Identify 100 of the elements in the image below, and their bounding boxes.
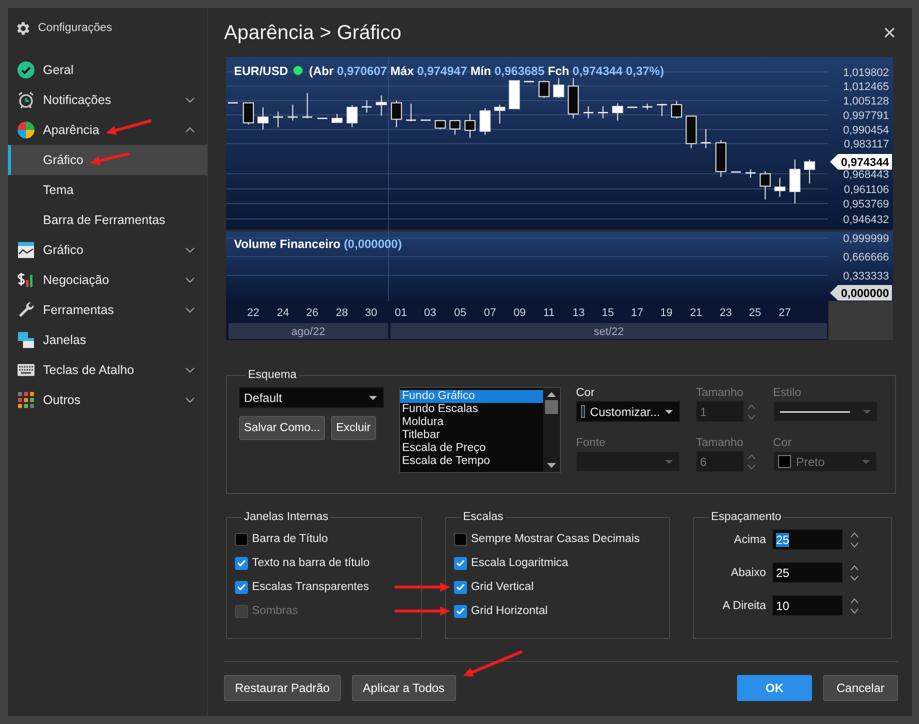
date-tick: 09 [514,307,526,319]
field-label: Fonte [576,437,606,449]
chevron-up-icon[interactable] [185,127,195,133]
field-value: 10 [776,598,790,612]
date-tick: 17 [631,307,644,319]
candlestick [302,92,312,119]
checkbox[interactable] [454,556,467,570]
dialog-button[interactable]: Restaurar Padrão [224,675,341,701]
sidebar-item[interactable]: Ferramentas [8,295,207,325]
scroll-down-icon[interactable] [547,463,556,468]
candlestick [804,159,816,184]
chevron-down-icon[interactable] [185,397,195,403]
checkbox[interactable] [235,532,248,546]
sidebar-item[interactable]: Gráfico [8,235,207,265]
date-tick: 26 [306,307,318,319]
candlestick [406,103,416,122]
chevron-down-icon[interactable] [185,97,195,103]
number-field[interactable]: 25 [772,562,843,583]
candlestick [449,120,460,136]
save-as-button[interactable]: Salvar Como... [239,416,326,440]
sidebar-subitem[interactable]: Gráfico [8,145,207,175]
checkbox[interactable] [235,580,248,594]
delete-button[interactable]: Excluir [331,416,376,440]
candlestick [553,78,564,98]
candlestick [258,106,268,130]
date-tick: 07 [484,307,496,319]
candlestick [774,177,786,198]
volume-tick: 0,333333 [843,270,889,282]
price-tick: 1,005128 [843,96,889,108]
wrench-icon [17,301,35,319]
price-tick: 0,961106 [844,184,889,196]
price-tick: 0,953769 [843,198,889,210]
candlestick [524,80,534,82]
chevron-down-icon[interactable] [185,307,195,313]
price-tick: 0,968443 [843,168,889,181]
scroll-thumb[interactable] [545,400,558,414]
chevron-down-icon[interactable] [185,367,195,373]
pie-icon [17,121,35,139]
list-item[interactable]: Fundo Escalas [400,403,543,416]
field-value: 25 [776,532,790,546]
date-tick: 05 [454,307,466,319]
checkbox-label: Sempre Mostrar Casas Decimais [471,533,640,545]
date-tick: 23 [720,307,732,319]
checkbox-label: Grid Vertical [471,581,534,593]
list-item[interactable]: Escala de Tempo [400,455,543,468]
line-style-icon [778,410,852,414]
price-tick: 1,012465 [843,81,889,94]
checkbox-label: Texto na barra de título [252,557,370,569]
date-tick: 30 [365,307,378,319]
sidebar-item[interactable]: Negociação [8,265,207,295]
date-tick: 03 [424,307,436,319]
candlestick [700,128,711,149]
list-item[interactable]: Titlebar [400,429,543,442]
candlestick [434,120,446,130]
candlestick [627,106,638,108]
last-price-label: 0,974344 [830,154,892,170]
candlestick [715,140,726,178]
candlestick [346,104,358,128]
candlestick [242,102,254,126]
sidebar-item[interactable]: Teclas de Atalho [8,355,207,385]
scrollbar[interactable] [543,388,560,472]
scheme-dropdown[interactable]: Default [239,387,384,408]
date-tick: 27 [778,307,791,319]
number-field[interactable]: 25 [772,529,843,550]
color-dropdown[interactable]: Customizar... [576,401,680,422]
date-tick: 21 [690,307,702,319]
volume-tick: 0,666666 [843,252,889,264]
candlestick [494,104,506,124]
close-button[interactable]: × [877,20,902,46]
chevron-down-icon[interactable] [185,247,195,253]
candlestick [656,103,667,117]
checkbox-label: Escala Logaritmica [471,557,568,569]
field-label: Tamanho [696,437,744,449]
candlestick [671,100,682,119]
checkbox[interactable] [454,532,467,546]
sidebar-subitem[interactable]: Tema [8,175,207,205]
date-tick: 19 [660,307,672,319]
dialog-button[interactable]: Cancelar [823,675,898,701]
checkbox[interactable] [235,556,248,570]
price-tick: 1,019802 [843,66,889,79]
sidebar-item[interactable]: Outros [8,385,207,415]
list-item[interactable]: Moldura [400,416,543,429]
list-item[interactable]: Fundo Gráfico [400,390,543,403]
checkbox[interactable] [454,580,467,594]
sidebar-subitem[interactable]: Barra de Ferramentas [8,205,207,235]
last-volume-label: 0,000000 [830,285,892,300]
alarm-clock-icon [17,91,35,109]
candlestick [228,102,238,104]
price-tick: 0,983117 [844,138,889,151]
candlestick [760,170,771,200]
list-item[interactable]: Escala de Preço [400,442,543,455]
chevron-down-icon[interactable] [185,277,195,283]
money-bars-icon [17,271,35,289]
sidebar-item[interactable]: Aparência [8,115,207,145]
sidebar-item[interactable]: Janelas [8,325,207,355]
scroll-up-icon[interactable] [547,392,556,397]
checkbox[interactable] [454,604,467,618]
number-field[interactable]: 10 [772,595,843,616]
sidebar-item[interactable]: Geral [8,55,207,85]
sidebar-item[interactable]: Notificações [8,85,207,115]
